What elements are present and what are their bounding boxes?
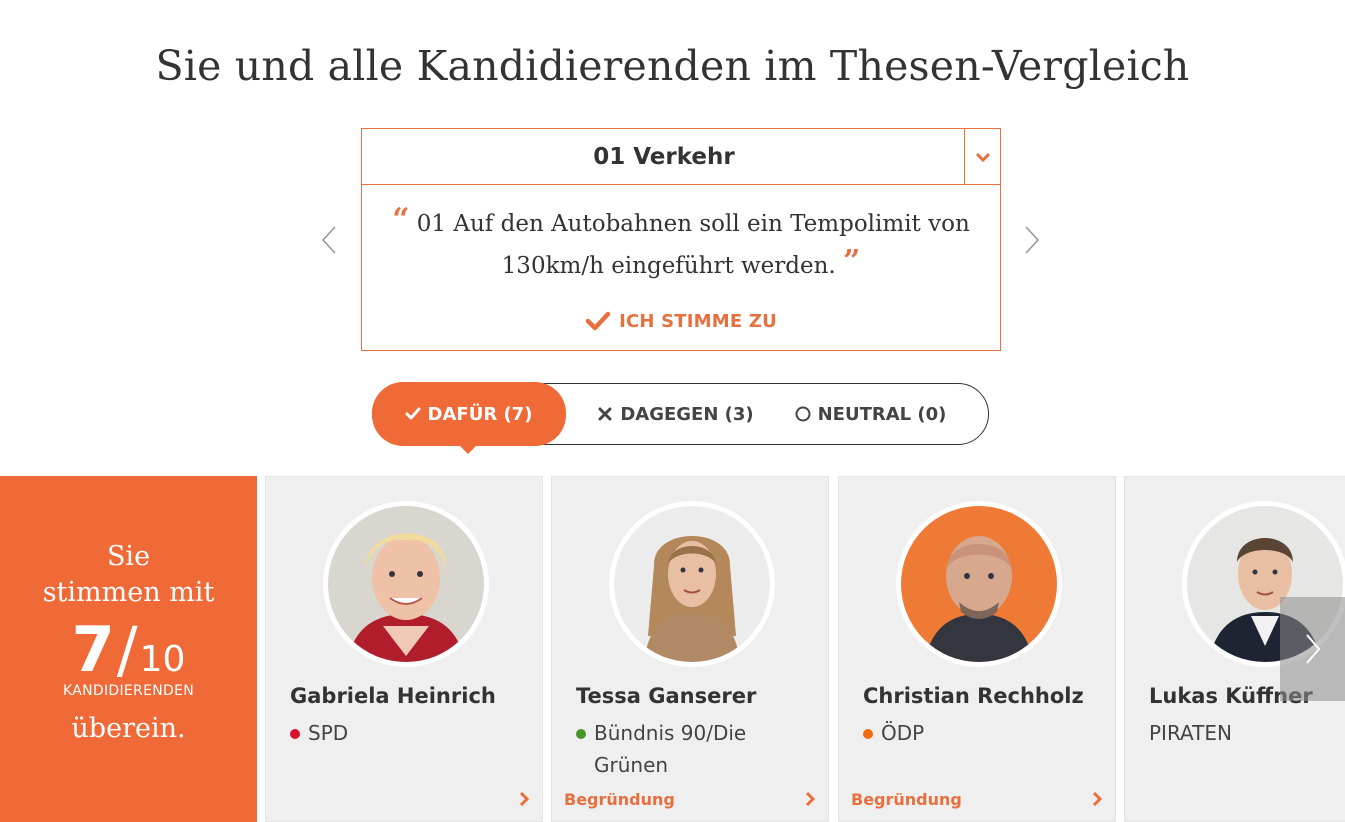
chevron-right-icon [519, 791, 530, 807]
chevron-right-icon [1025, 226, 1040, 254]
filter-tab-against[interactable]: DAGEGEN (3) [576, 383, 776, 445]
party-name: PIRATEN [1149, 721, 1232, 745]
checkmark-icon [405, 407, 421, 420]
user-answer: ICH STIMME ZU [362, 310, 1000, 332]
party-name: ÖDP [881, 721, 925, 745]
candidate-photo [901, 506, 1057, 662]
chevron-down-icon [975, 152, 990, 162]
reason-link[interactable]: Begründung [851, 790, 962, 809]
candidate-card[interactable]: Tessa Ganserer Bündnis 90/Die Grünen Begr… [551, 476, 829, 822]
candidate-name: Gabriela Heinrich [290, 684, 496, 708]
filter-tab-neutral[interactable]: NEUTRAL (0) [776, 383, 966, 445]
avatar [323, 501, 489, 667]
thesis-text: 01 Auf den Autobahnen soll ein Tempolimi… [416, 211, 970, 279]
avatar [609, 501, 775, 667]
thesis-topic: 01 Verkehr [593, 143, 735, 170]
candidate-party: PIRATEN [1149, 717, 1232, 749]
thesis-header: 01 Verkehr [362, 129, 1000, 185]
party-color-dot [290, 729, 300, 739]
party-color-dot [576, 729, 586, 739]
open-quote-icon: “ [392, 202, 410, 237]
avatar [896, 501, 1062, 667]
chevron-right-icon [805, 791, 816, 807]
circle-icon [795, 406, 811, 422]
party-name: Bündnis 90/Die Grünen [594, 721, 747, 777]
match-count: 7 [71, 613, 115, 686]
candidate-party: SPD [290, 717, 348, 749]
chevron-left-icon [321, 226, 336, 254]
summary-line-2: stimmen mit [42, 577, 215, 608]
reason-link[interactable]: Begründung [564, 790, 675, 809]
cross-icon [598, 407, 612, 421]
match-total: 10 [139, 639, 186, 680]
summary-line-3: überein. [71, 713, 186, 744]
close-quote-icon: ” [843, 244, 861, 279]
match-ratio: 7 / 10 [0, 617, 257, 683]
checkmark-icon [585, 311, 611, 331]
chevron-right-icon [1305, 634, 1320, 664]
topic-dropdown-button[interactable] [964, 129, 1000, 184]
user-answer-label: ICH STIMME ZU [619, 310, 777, 332]
candidate-party: Bündnis 90/Die Grünen [576, 717, 746, 781]
party-color-dot [863, 729, 873, 739]
filter-tab-label: DAGEGEN (3) [620, 403, 754, 425]
party-name: SPD [308, 721, 349, 745]
filter-tab-label: DAFÜR (7) [427, 403, 533, 425]
candidate-card[interactable]: Christian Rechholz ÖDP Begründung [838, 476, 1116, 822]
next-thesis-button[interactable] [1017, 222, 1047, 258]
candidate-party: ÖDP [863, 717, 924, 749]
page-title: Sie und alle Kandidierenden im Thesen-Ve… [155, 42, 1190, 90]
previous-thesis-button[interactable] [314, 222, 344, 258]
candidate-card[interactable]: Gabriela Heinrich SPD [265, 476, 543, 822]
filter-tab-label: NEUTRAL (0) [817, 403, 947, 425]
candidate-photo [614, 506, 770, 662]
candidate-photo [328, 506, 484, 662]
chevron-right-icon [1092, 791, 1103, 807]
carousel-next-button[interactable] [1280, 597, 1345, 701]
thesis-statement: “ 01 Auf den Autobahnen soll ein Tempoli… [362, 185, 1000, 285]
match-summary: Sie stimmen mit 7 / 10 KANDIDIERENDEN üb… [0, 476, 257, 822]
ratio-slash: / [116, 613, 138, 686]
candidate-name: Tessa Ganserer [576, 684, 757, 708]
summary-line-1: Sie [106, 541, 151, 572]
candidate-name: Christian Rechholz [863, 684, 1084, 708]
position-filter: DAFÜR (7) DAGEGEN (3) NEUTRAL (0) [371, 382, 989, 454]
thesis-card: 01 Verkehr “ 01 Auf den Autobahnen soll … [361, 128, 1001, 351]
summary-unit: KANDIDIERENDEN [63, 683, 194, 699]
filter-tab-for[interactable]: DAFÜR (7) [371, 382, 566, 454]
